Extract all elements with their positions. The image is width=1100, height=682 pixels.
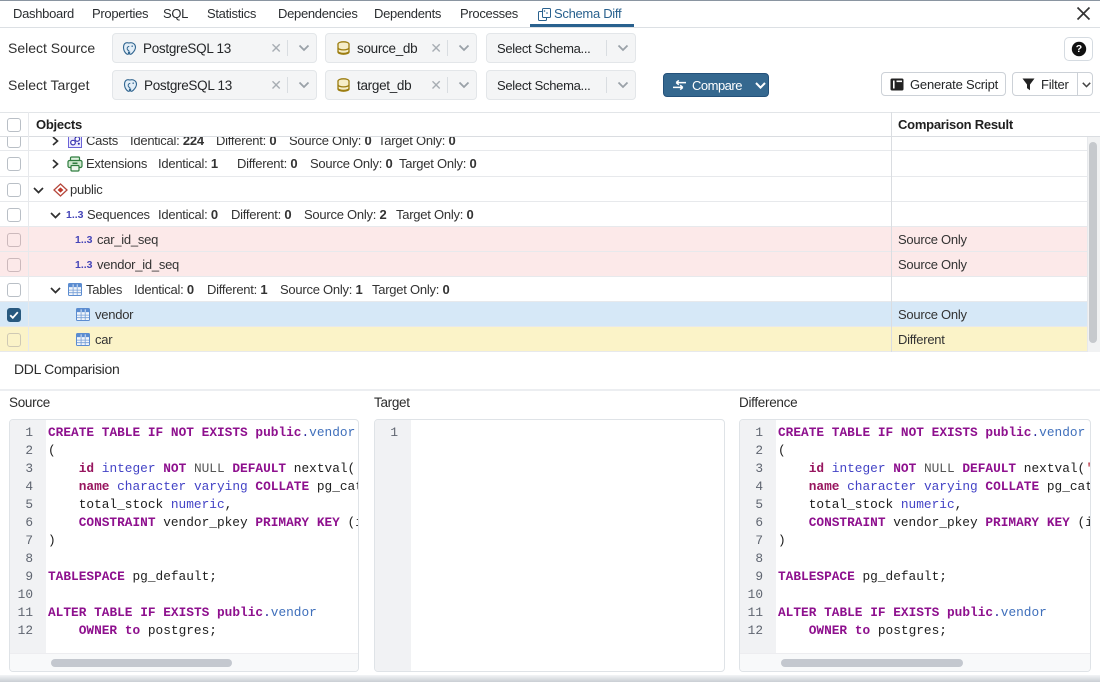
svg-text:?: ? <box>1075 43 1081 55</box>
